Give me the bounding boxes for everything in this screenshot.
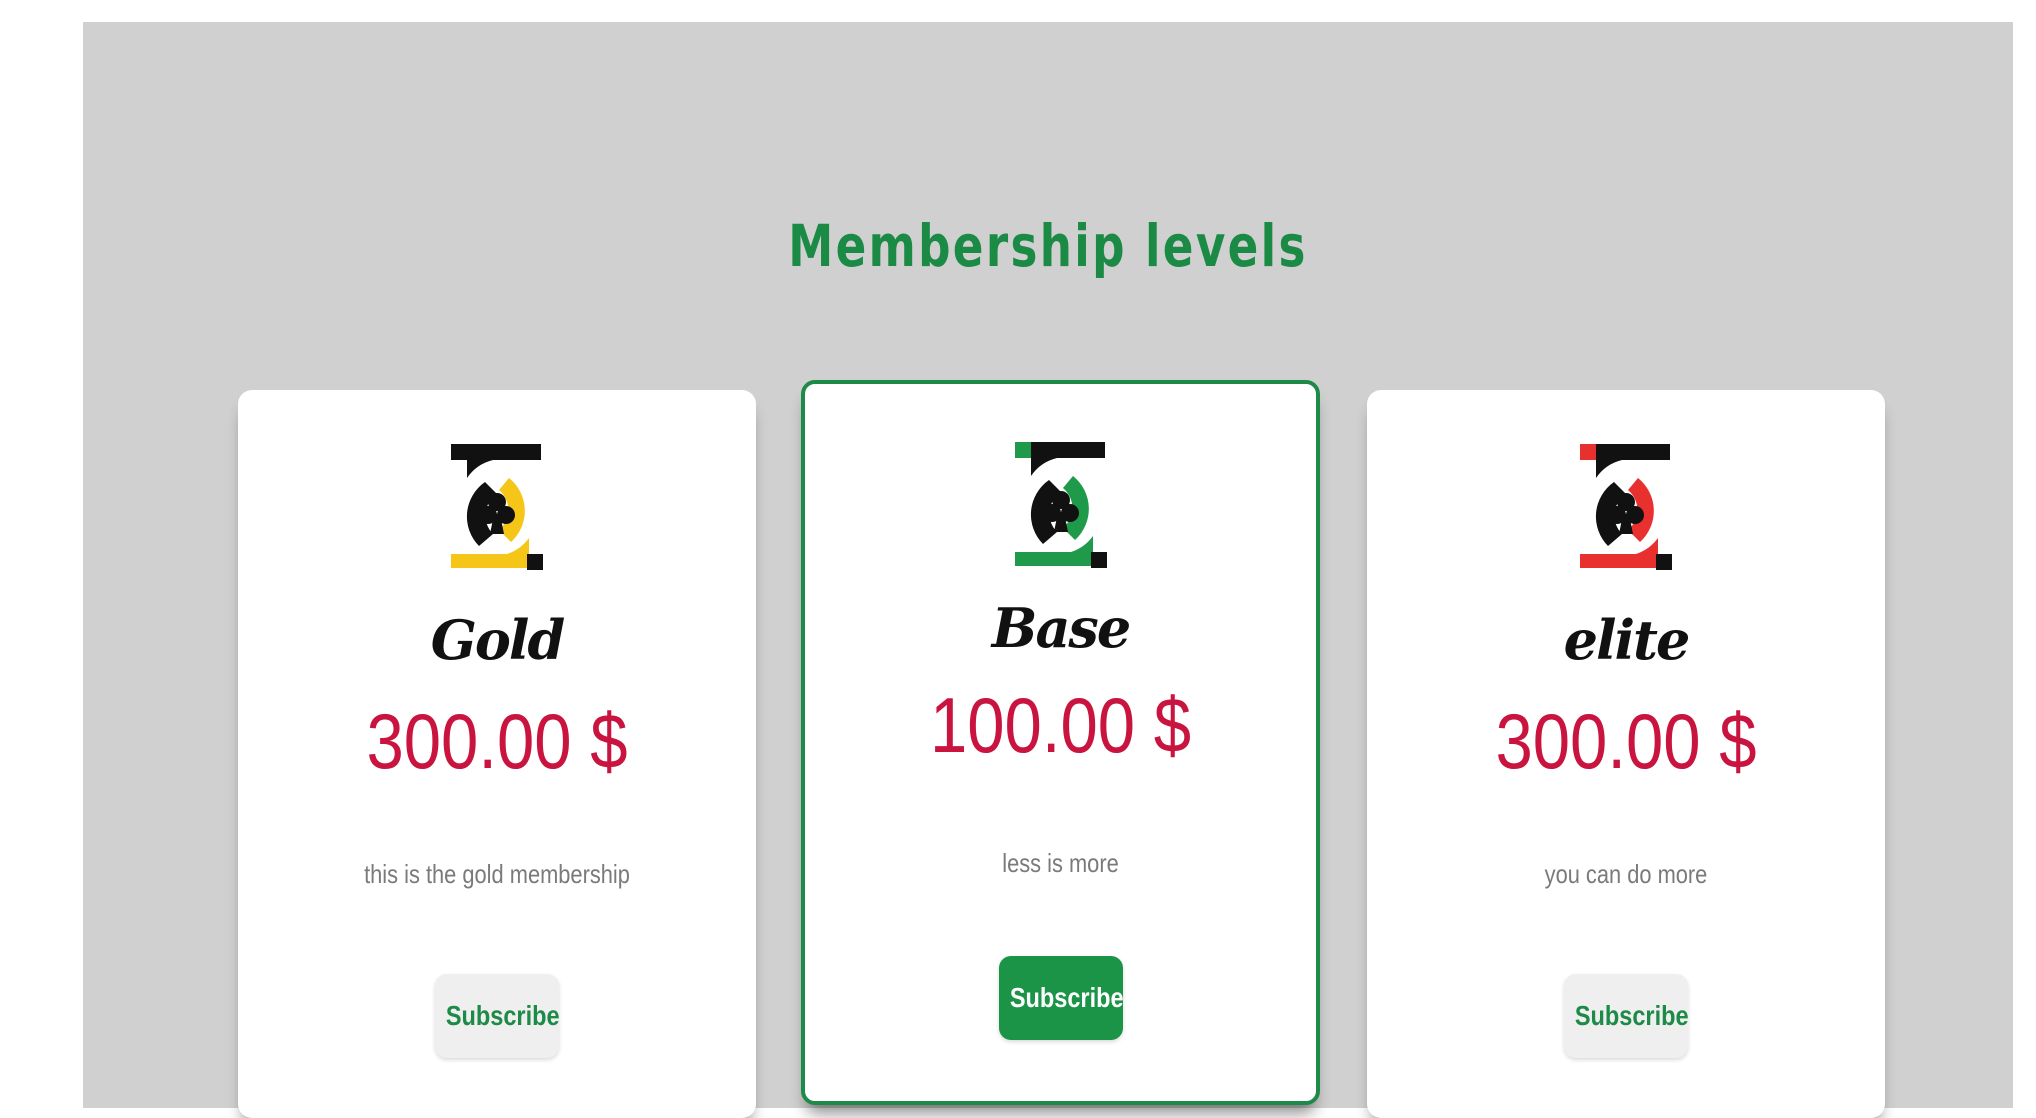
subscribe-button-label: Subscribe — [1009, 982, 1124, 1013]
subscribe-button-label: Subscribe — [1574, 1000, 1689, 1031]
plan-card-base: Base 100.00 $ less is more Subscribe — [801, 380, 1320, 1105]
plan-description: less is more — [1002, 848, 1119, 878]
plan-description: you can do more — [1544, 859, 1708, 889]
plan-price: 300.00 $ — [366, 697, 628, 785]
plan-card-gold: Gold 300.00 $ this is the gold membershi… — [238, 390, 756, 1118]
membership-section: Membership levels Gold 300.00 $ this is … — [83, 22, 2013, 1118]
plan-description: this is the gold membership — [364, 859, 630, 889]
plan-price: 300.00 $ — [1495, 697, 1757, 785]
subscribe-button-label: Subscribe — [445, 1000, 560, 1031]
club-logo-icon — [451, 444, 543, 570]
plan-card-elite: elite 300.00 $ you can do more Subscribe — [1367, 390, 1885, 1118]
club-logo-icon — [1014, 442, 1107, 568]
subscribe-button-base[interactable]: Subscribe — [998, 956, 1124, 1040]
plan-name: elite — [1563, 608, 1691, 672]
plan-price: 100.00 $ — [929, 681, 1192, 769]
plan-name: Gold — [430, 608, 565, 672]
page-title: Membership levels — [788, 212, 1308, 280]
subscribe-button-elite[interactable]: Subscribe — [1564, 974, 1689, 1058]
plan-name: Base — [991, 596, 1131, 660]
subscribe-button-gold[interactable]: Subscribe — [435, 974, 560, 1058]
club-logo-icon — [1580, 444, 1672, 570]
